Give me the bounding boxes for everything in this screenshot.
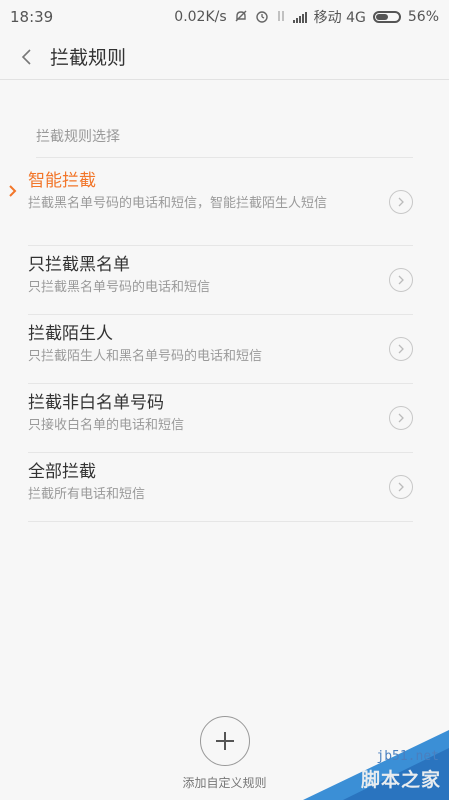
battery-percent: 56% xyxy=(407,9,439,25)
chevron-right-circle-icon[interactable] xyxy=(389,337,413,361)
section-header: 拦截规则选择 xyxy=(36,126,413,158)
alarm-icon xyxy=(255,9,269,26)
chevron-right-circle-icon[interactable] xyxy=(389,268,413,292)
rule-item-block-all[interactable]: 全部拦截 拦截所有电话和短信 xyxy=(28,453,413,522)
chevron-right-circle-icon[interactable] xyxy=(389,189,413,214)
rule-title: 只拦截黑名单 xyxy=(28,255,130,275)
rule-content: 拦截规则选择 智能拦截 拦截黑名单号码的电话和短信，智能拦截陌生人短信 只拦截黑… xyxy=(0,80,449,522)
title-bar: 拦截规则 xyxy=(0,34,449,80)
battery-fill xyxy=(375,14,388,20)
rule-title: 拦截非白名单号码 xyxy=(28,393,164,413)
chevron-right-circle-icon[interactable] xyxy=(389,406,413,430)
rule-title: 智能拦截 xyxy=(28,171,96,191)
rule-subtitle: 只拦截陌生人和黑名单号码的电话和短信 xyxy=(28,349,263,364)
battery-icon xyxy=(372,11,401,23)
back-button[interactable] xyxy=(4,34,48,80)
rule-item-strangers[interactable]: 拦截陌生人 只拦截陌生人和黑名单号码的电话和短信 xyxy=(28,315,413,384)
plus-icon xyxy=(215,732,234,750)
status-icons: 0.02K/s 移动 4G 56% xyxy=(174,7,439,27)
add-rule-label: 添加自定义规则 xyxy=(182,776,267,790)
carrier-label: 移动 4G xyxy=(313,10,366,26)
rule-item-smart[interactable]: 智能拦截 拦截黑名单号码的电话和短信，智能拦截陌生人短信 xyxy=(9,158,413,246)
rule-item-non-whitelist[interactable]: 拦截非白名单号码 只接收白名单的电话和短信 xyxy=(28,384,413,453)
rule-title: 拦截陌生人 xyxy=(28,324,113,344)
chevron-right-circle-icon[interactable] xyxy=(389,475,413,499)
rule-subtitle: 只拦截黑名单号码的电话和短信 xyxy=(28,280,211,295)
rule-list: 智能拦截 拦截黑名单号码的电话和短信，智能拦截陌生人短信 只拦截黑名单 只拦截黑… xyxy=(0,158,449,522)
page-title: 拦截规则 xyxy=(50,47,127,69)
status-time: 18:39 xyxy=(10,8,54,26)
watermark-name: 脚本之家 xyxy=(360,769,441,791)
rule-subtitle: 拦截所有电话和短信 xyxy=(28,487,146,502)
chevron-left-icon xyxy=(21,48,31,65)
add-rule-button[interactable] xyxy=(199,716,250,766)
rule-subtitle: 拦截黑名单号码的电话和短信，智能拦截陌生人短信 xyxy=(28,196,328,211)
watermark-domain: jb51.net xyxy=(376,749,439,764)
rule-title: 全部拦截 xyxy=(28,462,96,482)
rule-item-blacklist-only[interactable]: 只拦截黑名单 只拦截黑名单号码的电话和短信 xyxy=(28,246,413,315)
selected-indicator-icon xyxy=(9,185,17,197)
network-speed: 0.02K/s xyxy=(174,9,227,25)
data-transfer-icon xyxy=(276,9,286,26)
signal-icon xyxy=(292,11,307,23)
status-bar: 18:39 0.02K/s 移动 4G 56% xyxy=(0,0,449,34)
mute-icon xyxy=(234,9,248,26)
rule-subtitle: 只接收白名单的电话和短信 xyxy=(28,418,185,433)
watermark: jb51.net 脚本之家 xyxy=(303,730,449,800)
